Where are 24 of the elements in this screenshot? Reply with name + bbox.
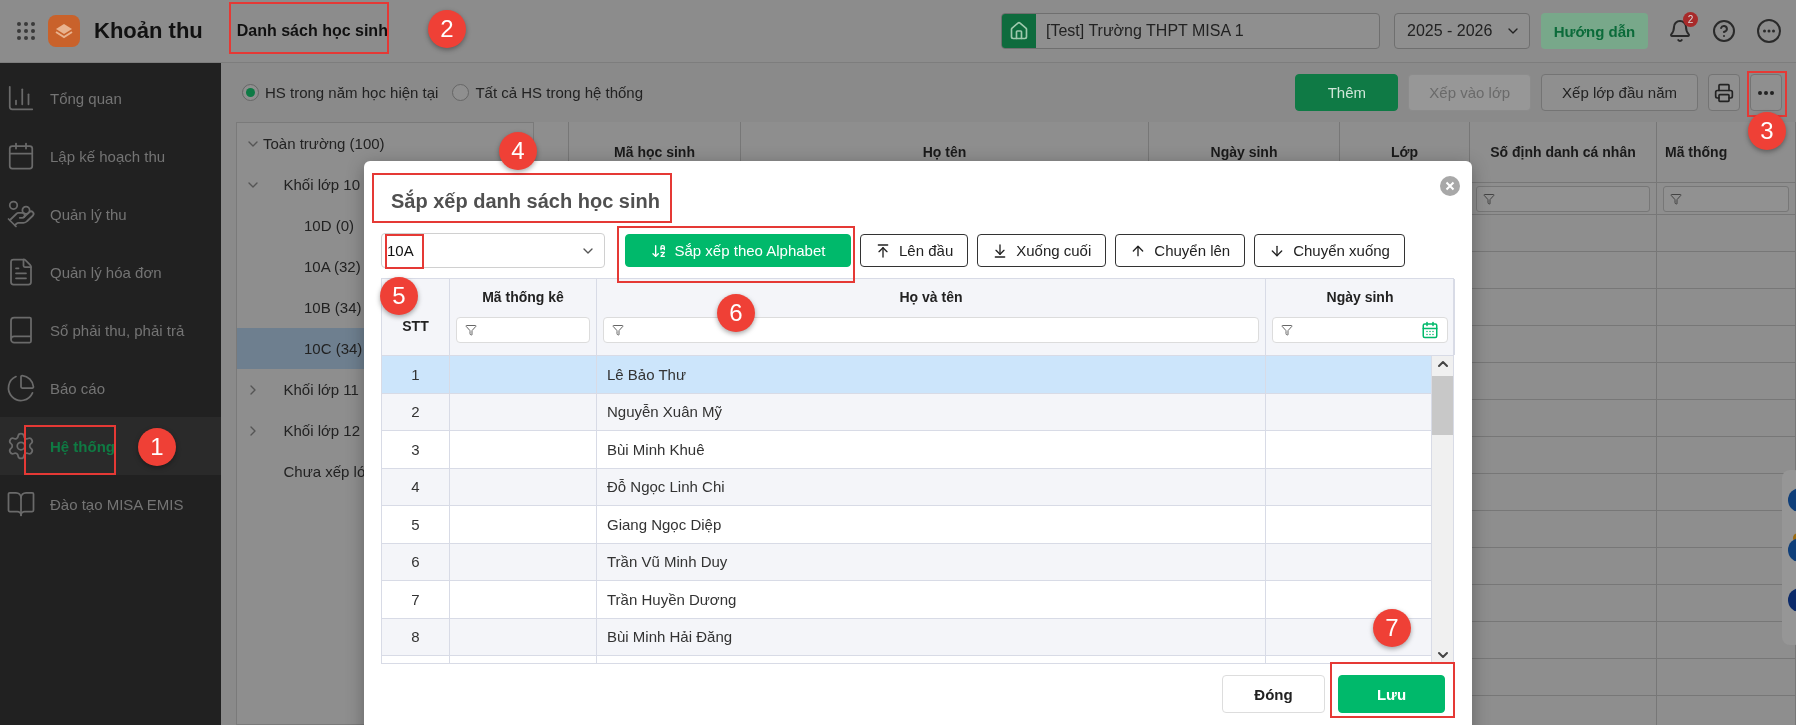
table-cell: Trần Vũ Minh Duy [597, 543, 1266, 580]
notification-badge: 2 [1683, 12, 1698, 27]
table-cell: Trần Huyền Dương [597, 581, 1266, 618]
dialog-title: Sắp xếp danh sách học sinh [391, 188, 660, 214]
table-cell: 2 [382, 393, 450, 430]
column-header: Họ và tên [899, 289, 963, 305]
table-cell: 3 [382, 431, 450, 468]
table-cell: 8 [382, 618, 450, 655]
table-cell: Bùi Minh Khuê [597, 431, 1266, 468]
table-cell: 5 [382, 506, 450, 543]
app-name: Khoản thu [94, 18, 203, 44]
table-cell: Bùi Minh Hải Đăng [597, 618, 1266, 655]
column-header: Mã thống kê [482, 289, 564, 305]
table-cell: Đỗ Ngọc Linh Chi [597, 468, 1266, 505]
table-cell: 4 [382, 468, 450, 505]
table-cell: 7 [382, 581, 450, 618]
column-header: Ngày sinh [1326, 289, 1394, 305]
table-cell: 1 [382, 356, 450, 393]
page-title: Danh sách học sinh [236, 22, 388, 40]
table-cell: Lê Bảo Thư [597, 356, 1266, 393]
table-cell: 6 [382, 543, 450, 580]
table-cell: Giang Ngọc Diệp [597, 506, 1266, 543]
column-header: STT [402, 318, 429, 334]
table-cell: Nguyễn Xuân Mỹ [597, 393, 1266, 430]
